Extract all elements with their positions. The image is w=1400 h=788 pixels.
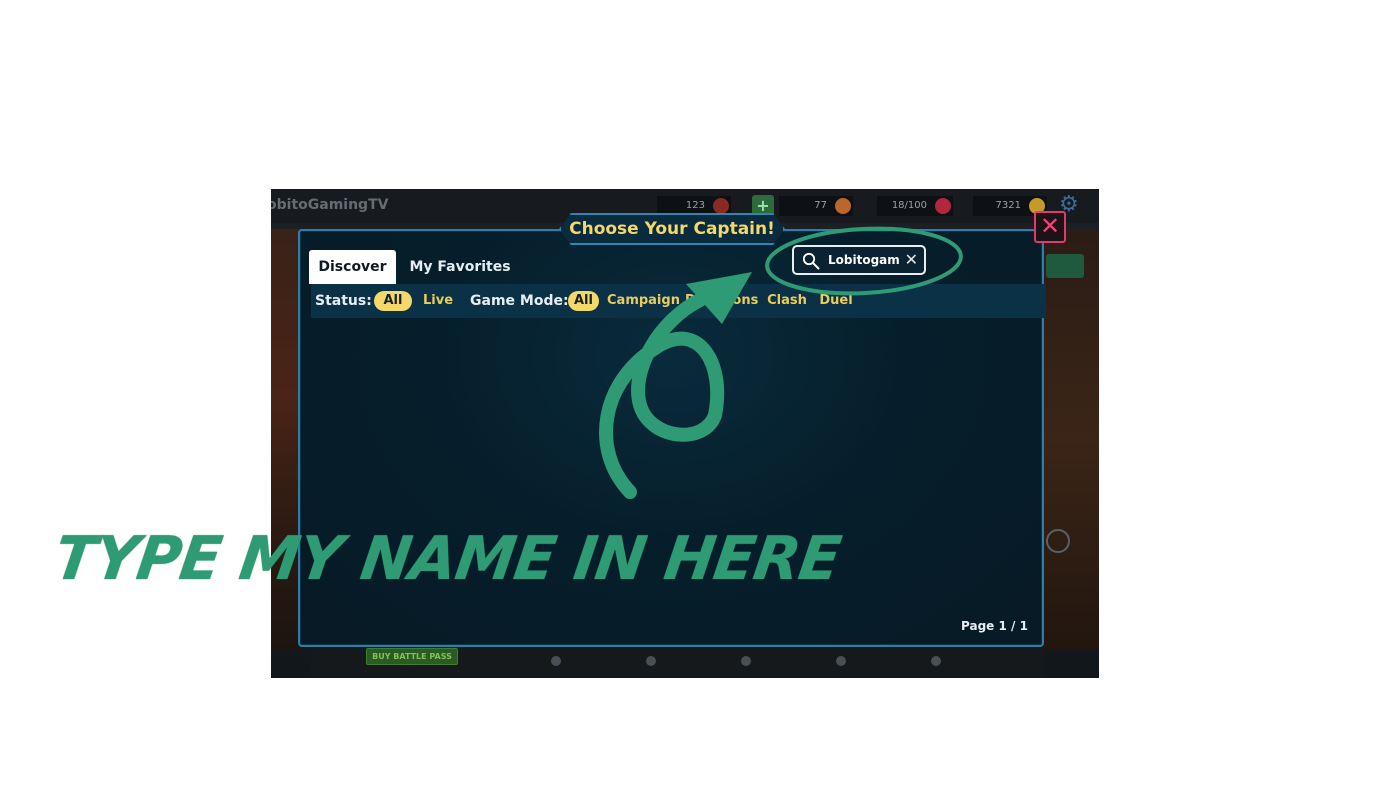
stat-football-value: 123 [685, 200, 705, 211]
slot-icon [931, 656, 941, 666]
status-filter-all[interactable]: All [374, 291, 412, 311]
annotation-caption: TYPE MY NAME IN HERE [50, 524, 845, 594]
status-label: Status: [315, 293, 372, 309]
dialog-title: Choose Your Captain! [559, 213, 785, 245]
stat-energy: 77 [779, 196, 853, 216]
game-screenshot: BUY BATTLE PASS obitoGamingTV 123 + 77 1… [271, 189, 1099, 678]
battle-pass-button: BUY BATTLE PASS [366, 648, 458, 665]
mode-filter-dungeons[interactable]: Dungeons [685, 291, 758, 311]
stat-potion: 18/100 [877, 196, 953, 216]
slot-icon [741, 656, 751, 666]
stat-potion-value: 18/100 [891, 200, 927, 211]
username: obitoGamingTV [271, 197, 389, 213]
background-bottom-bar: BUY BATTLE PASS [311, 644, 1044, 678]
mode-filter-duel[interactable]: Duel [818, 291, 854, 311]
stat-energy-value: 77 [814, 200, 827, 211]
tab-my-favorites[interactable]: My Favorites [404, 250, 516, 284]
search-field[interactable]: Lobitogam ✕ [792, 245, 926, 275]
search-input-value[interactable]: Lobitogam [828, 247, 900, 273]
clear-search-icon[interactable]: ✕ [905, 247, 918, 273]
mode-filter-campaign[interactable]: Campaign [607, 291, 680, 311]
search-icon [802, 252, 820, 270]
slot-icon [646, 656, 656, 666]
tab-discover[interactable]: Discover [309, 250, 396, 284]
energy-icon [835, 198, 851, 214]
slot-icon [836, 656, 846, 666]
status-filter-live[interactable]: Live [421, 291, 455, 311]
potion-icon [935, 198, 951, 214]
football-icon [713, 198, 729, 214]
background-circle-button [1046, 529, 1070, 553]
slot-icon [551, 656, 561, 666]
background-scene-right [1044, 229, 1099, 649]
battle-pass-label: BUY BATTLE PASS [372, 652, 452, 661]
page-indicator: Page 1 / 1 [961, 619, 1028, 633]
background-green-button [1046, 254, 1084, 278]
close-button[interactable]: ✕ [1034, 211, 1066, 243]
mode-filter-clash[interactable]: Clash [766, 291, 808, 311]
game-mode-label: Game Mode: [470, 293, 569, 309]
mode-filter-all[interactable]: All [568, 291, 599, 311]
filter-bar: Status: All Live Game Mode: All Campaign… [311, 284, 1046, 318]
stat-gold-value: 7321 [995, 200, 1021, 211]
